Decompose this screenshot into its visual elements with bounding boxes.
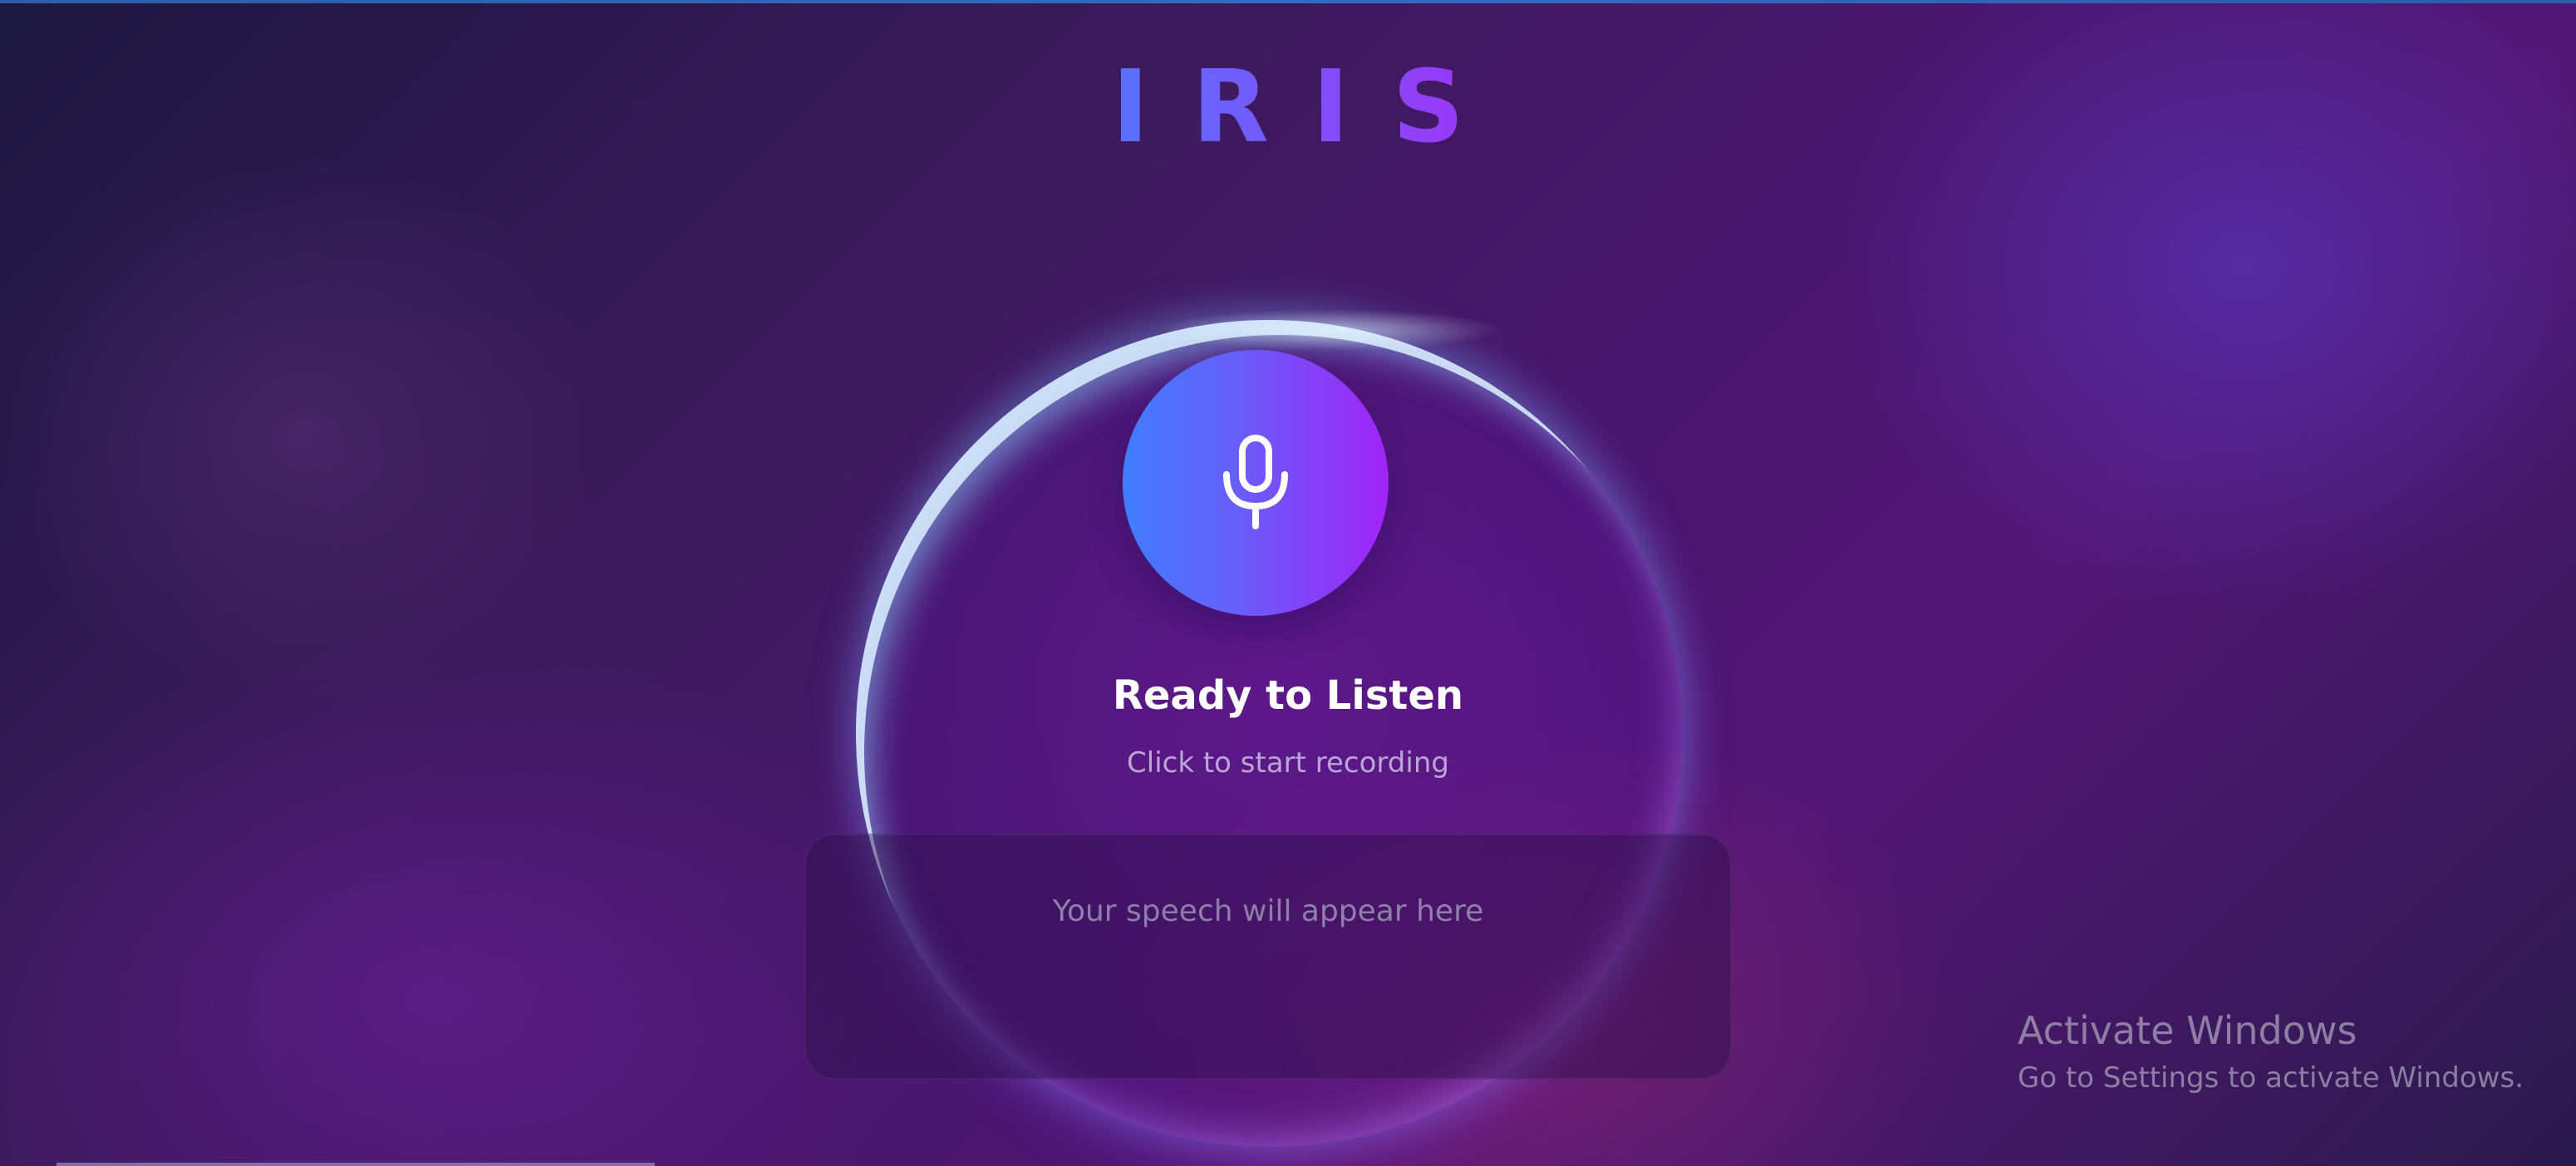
watermark-title: Activate Windows — [2018, 1008, 2357, 1053]
microphone-icon — [1218, 433, 1293, 533]
status-title: Ready to Listen — [1112, 672, 1464, 719]
activate-windows-watermark: Activate Windows Go to Settings to activ… — [2018, 1004, 2524, 1099]
record-button[interactable] — [1123, 350, 1389, 616]
window-top-border — [0, 0, 2576, 3]
transcript-placeholder: Your speech will appear here — [1052, 894, 1484, 928]
orb-glow — [1155, 309, 1504, 351]
watermark-subtitle: Go to Settings to activate Windows. — [2018, 1061, 2524, 1095]
taskbar-edge — [57, 1163, 655, 1166]
transcript-panel: Your speech will appear here — [804, 834, 1732, 1080]
status-subtitle: Click to start recording — [1127, 746, 1449, 780]
app-title: IRIS — [0, 46, 2576, 170]
